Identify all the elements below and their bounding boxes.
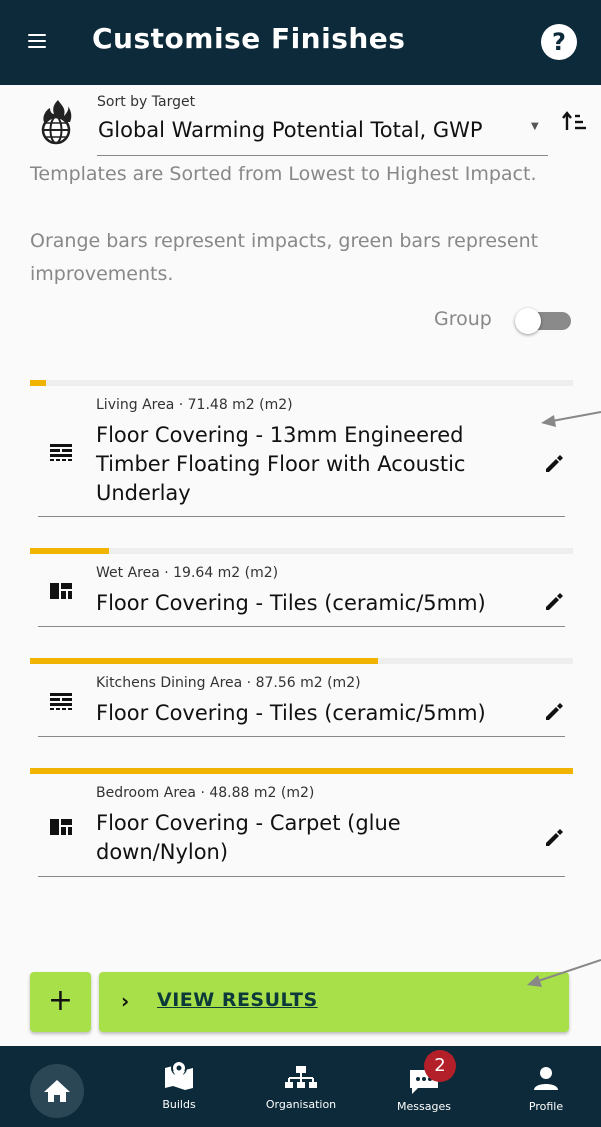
edit-icon[interactable] bbox=[543, 827, 565, 849]
nav-organisation-label: Organisation bbox=[265, 1098, 337, 1111]
sort-label: Sort by Target bbox=[97, 94, 196, 110]
item-title: Floor Covering - Carpet (glue down/Nylon… bbox=[96, 811, 401, 864]
sort-underline bbox=[97, 155, 548, 156]
impact-bar-track bbox=[30, 548, 573, 554]
person-icon bbox=[534, 1067, 558, 1090]
menu-icon[interactable] bbox=[28, 34, 46, 48]
tiles-icon bbox=[48, 581, 74, 601]
floorboards-icon bbox=[48, 442, 74, 462]
item-underline bbox=[38, 516, 565, 517]
messages-badge: 2 bbox=[424, 1050, 456, 1082]
globe-flame-icon bbox=[38, 98, 74, 146]
item-subtitle: Living Area · 71.48 m2 (m2) bbox=[96, 397, 293, 413]
nav-messages-label: Messages bbox=[397, 1100, 451, 1113]
impact-bar bbox=[30, 768, 573, 774]
finish-item[interactable]: Bedroom Area · 48.88 m2 (m2) Floor Cover… bbox=[30, 768, 573, 880]
nav-home[interactable] bbox=[30, 1064, 84, 1118]
item-subtitle: Bedroom Area · 48.88 m2 (m2) bbox=[96, 785, 315, 801]
nav-builds[interactable]: Builds bbox=[149, 1046, 209, 1127]
item-subtitle: Wet Area · 19.64 m2 (m2) bbox=[96, 565, 279, 581]
impact-bar bbox=[30, 658, 378, 664]
impact-bar-track bbox=[30, 380, 573, 386]
finish-item[interactable]: Living Area · 71.48 m2 (m2) Floor Coveri… bbox=[30, 380, 573, 520]
nav-builds-label: Builds bbox=[162, 1098, 196, 1111]
dropdown-arrow-icon[interactable]: ▼ bbox=[531, 121, 539, 132]
edit-icon[interactable] bbox=[543, 701, 565, 723]
toggle-knob bbox=[515, 308, 541, 334]
page-title: Customise Finishes bbox=[92, 22, 406, 55]
chevron-right-icon: › bbox=[121, 989, 130, 1013]
sort-ascending-icon[interactable] bbox=[562, 110, 588, 132]
group-label: Group bbox=[434, 308, 492, 330]
nav-profile[interactable]: Profile bbox=[520, 1046, 572, 1127]
help-icon[interactable]: ? bbox=[541, 24, 577, 60]
map-icon bbox=[165, 1060, 193, 1090]
item-title: Floor Covering - Tiles (ceramic/5mm) bbox=[96, 701, 486, 725]
nav-organisation[interactable]: Organisation bbox=[260, 1046, 342, 1127]
app-header: Customise Finishes ? bbox=[0, 0, 601, 85]
impact-bar-track bbox=[30, 658, 573, 664]
bar-legend-description: Orange bars represent impacts, green bar… bbox=[30, 230, 539, 285]
item-underline bbox=[38, 876, 565, 877]
finish-item[interactable]: Wet Area · 19.64 m2 (m2) Floor Covering … bbox=[30, 548, 573, 630]
item-subtitle: Kitchens Dining Area · 87.56 m2 (m2) bbox=[96, 675, 361, 691]
impact-bar bbox=[30, 380, 47, 386]
item-underline bbox=[38, 736, 565, 737]
impact-bar bbox=[30, 548, 109, 554]
sort-select[interactable]: Global Warming Potential Total, GWP bbox=[98, 118, 483, 142]
edit-icon[interactable] bbox=[543, 591, 565, 613]
view-results-label: VIEW RESULTS bbox=[157, 989, 318, 1011]
floorboards-icon bbox=[48, 691, 74, 711]
edit-icon[interactable] bbox=[543, 453, 565, 475]
org-chart-icon bbox=[285, 1066, 317, 1088]
finish-item[interactable]: Kitchens Dining Area · 87.56 m2 (m2) Flo… bbox=[30, 658, 573, 740]
item-title: Floor Covering - Tiles (ceramic/5mm) bbox=[96, 591, 486, 615]
sort-description: Templates are Sorted from Lowest to High… bbox=[30, 163, 537, 185]
item-title: Floor Covering - 13mm Engineered Timber … bbox=[96, 423, 466, 505]
nav-profile-label: Profile bbox=[528, 1100, 564, 1113]
impact-bar-track bbox=[30, 768, 573, 774]
view-results-button[interactable]: › VIEW RESULTS bbox=[99, 972, 569, 1032]
bottom-nav: Builds Organisation Messages Profile bbox=[0, 1046, 601, 1127]
group-toggle[interactable] bbox=[515, 308, 573, 334]
home-icon bbox=[44, 1080, 70, 1102]
add-button[interactable]: + bbox=[30, 972, 91, 1032]
tiles-icon bbox=[48, 817, 74, 837]
item-underline bbox=[38, 626, 565, 627]
